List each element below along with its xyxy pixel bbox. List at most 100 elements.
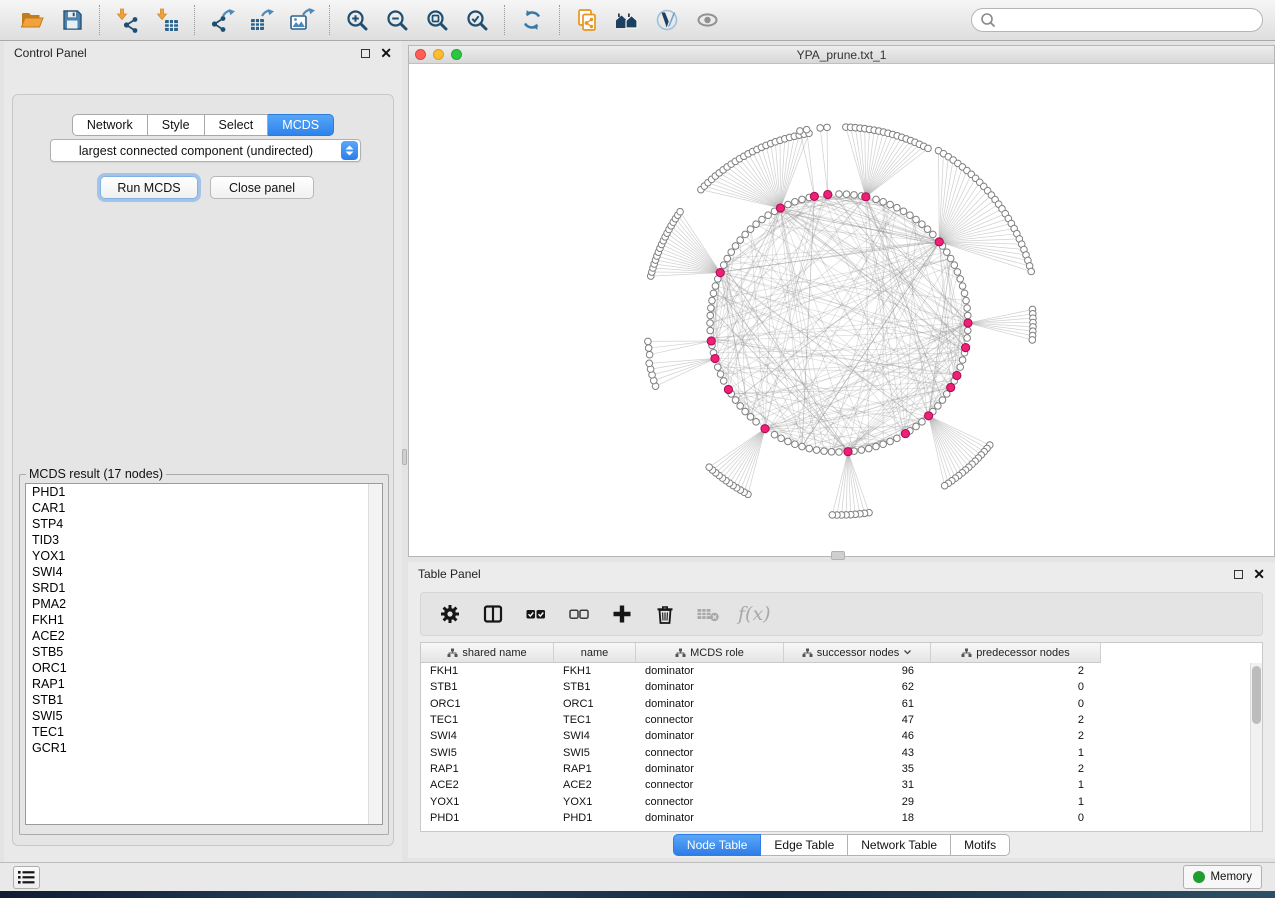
mcds-node[interactable] — [724, 385, 732, 393]
run-mcds-button[interactable]: Run MCDS — [100, 176, 198, 199]
network-node[interactable] — [964, 312, 971, 319]
network-node[interactable] — [707, 327, 714, 334]
table-row[interactable]: SWI4SWI4dominator462 — [421, 728, 1262, 744]
network-node[interactable] — [712, 283, 719, 290]
refresh-view-button[interactable] — [512, 3, 552, 37]
tab-network-table[interactable]: Network Table — [848, 834, 951, 856]
network-node[interactable] — [880, 198, 887, 205]
network-node[interactable] — [759, 216, 766, 223]
network-node[interactable] — [964, 305, 971, 312]
network-leaf-node[interactable] — [803, 126, 810, 133]
network-node[interactable] — [709, 297, 716, 304]
export-table-button[interactable] — [242, 3, 282, 37]
network-node[interactable] — [717, 371, 724, 378]
mcds-node[interactable] — [711, 354, 719, 362]
table-scrollbar-thumb[interactable] — [1252, 666, 1261, 724]
network-leaf-node[interactable] — [941, 482, 948, 489]
mcds-node[interactable] — [935, 238, 943, 246]
mcds-result-item[interactable]: ORC1 — [26, 660, 382, 676]
network-node[interactable] — [710, 290, 717, 297]
export-network-button[interactable] — [202, 3, 242, 37]
network-node[interactable] — [900, 208, 907, 215]
show-panels-button[interactable] — [13, 866, 40, 889]
network-node[interactable] — [880, 441, 887, 448]
network-node[interactable] — [930, 231, 937, 238]
tab-select[interactable]: Select — [205, 114, 269, 136]
network-leaf-node[interactable] — [824, 124, 831, 131]
close-panel-button[interactable]: Close panel — [210, 176, 314, 199]
close-panel-icon[interactable]: ✕ — [380, 48, 392, 58]
table-row[interactable]: ORC1ORC1dominator610 — [421, 696, 1262, 712]
network-node[interactable] — [836, 449, 843, 456]
network-leaf-node[interactable] — [645, 338, 652, 345]
network-node[interactable] — [907, 212, 914, 219]
zoom-selected-button[interactable] — [457, 3, 497, 37]
network-node[interactable] — [964, 335, 971, 342]
tab-motifs[interactable]: Motifs — [951, 834, 1010, 856]
network-leaf-node[interactable] — [645, 345, 652, 352]
mcds-result-item[interactable]: TEC1 — [26, 724, 382, 740]
network-node[interactable] — [737, 237, 744, 244]
network-leaf-node[interactable] — [829, 512, 836, 519]
add-row-button[interactable] — [609, 601, 635, 627]
network-node[interactable] — [778, 435, 785, 442]
mcds-result-item[interactable]: RAP1 — [26, 676, 382, 692]
network-leaf-node[interactable] — [1029, 337, 1036, 344]
table-row[interactable]: RAP1RAP1dominator352 — [421, 761, 1262, 777]
tab-style[interactable]: Style — [148, 114, 205, 136]
vizmap-badge-button[interactable] — [647, 3, 687, 37]
network-node[interactable] — [785, 201, 792, 208]
network-node[interactable] — [785, 438, 792, 445]
network-node[interactable] — [707, 312, 714, 319]
network-node[interactable] — [765, 212, 772, 219]
mcds-node[interactable] — [964, 319, 972, 327]
network-leaf-node[interactable] — [925, 145, 932, 152]
network-node[interactable] — [747, 226, 754, 233]
column-header-MCDS-role[interactable]: MCDS role — [636, 643, 784, 663]
network-node[interactable] — [720, 378, 727, 385]
network-leaf-node[interactable] — [677, 208, 684, 215]
network-node[interactable] — [806, 445, 813, 452]
table-row[interactable]: ACE2ACE2connector311 — [421, 777, 1262, 793]
table-row[interactable]: STB1STB1dominator620 — [421, 679, 1262, 695]
network-node[interactable] — [821, 448, 828, 455]
mcds-node[interactable] — [844, 448, 852, 456]
network-node[interactable] — [737, 403, 744, 410]
column-header-shared-name[interactable]: shared name — [421, 643, 554, 663]
network-node[interactable] — [836, 191, 843, 198]
network-node[interactable] — [961, 290, 968, 297]
network-node[interactable] — [747, 414, 754, 421]
mcds-result-item[interactable]: SRD1 — [26, 580, 382, 596]
network-node[interactable] — [943, 249, 950, 256]
network-home-button[interactable] — [607, 3, 647, 37]
network-leaf-node[interactable] — [1028, 268, 1035, 275]
mcds-node[interactable] — [925, 412, 933, 420]
mcds-node[interactable] — [776, 204, 784, 212]
network-leaf-node[interactable] — [797, 128, 804, 135]
network-node[interactable] — [913, 216, 920, 223]
network-leaf-node[interactable] — [646, 351, 653, 358]
mcds-node[interactable] — [824, 190, 832, 198]
deselect-all-button[interactable] — [566, 601, 592, 627]
network-node[interactable] — [873, 443, 880, 450]
mcds-result-item[interactable]: GCR1 — [26, 740, 382, 756]
select-all-button[interactable] — [523, 601, 549, 627]
mcds-result-item[interactable]: YOX1 — [26, 548, 382, 564]
network-node[interactable] — [792, 441, 799, 448]
export-image-button[interactable] — [282, 3, 322, 37]
tab-node-table[interactable]: Node Table — [673, 834, 762, 856]
network-node[interactable] — [707, 320, 714, 327]
zoom-in-button[interactable] — [337, 3, 377, 37]
network-canvas[interactable] — [409, 64, 1274, 556]
tab-mcds[interactable]: MCDS — [268, 114, 334, 136]
toggle-graphics-details-button[interactable] — [687, 3, 727, 37]
search-input[interactable] — [996, 13, 1254, 27]
network-node[interactable] — [924, 226, 931, 233]
network-node[interactable] — [964, 327, 971, 334]
network-node[interactable] — [887, 201, 894, 208]
table-row[interactable]: SWI5SWI5connector431 — [421, 744, 1262, 760]
table-row[interactable]: YOX1YOX1connector291 — [421, 793, 1262, 809]
mcds-node[interactable] — [707, 337, 715, 345]
mcds-result-item[interactable]: PHD1 — [26, 484, 382, 500]
mcds-result-item[interactable]: STB5 — [26, 644, 382, 660]
